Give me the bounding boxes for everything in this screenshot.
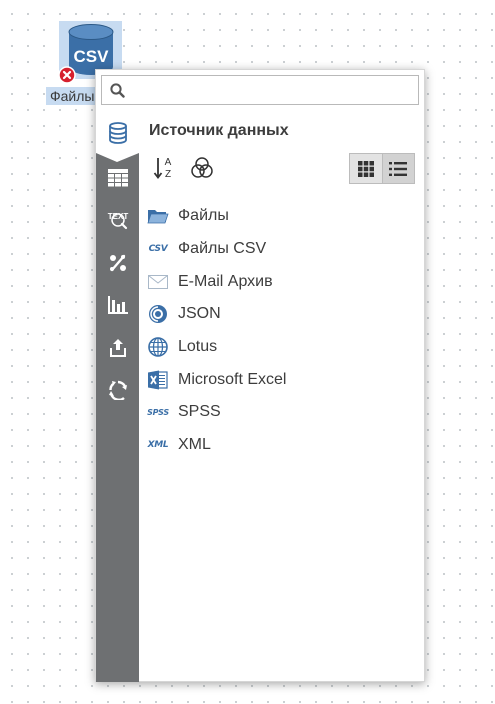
list-item[interactable]: Файлы [147,200,286,233]
source-label: Файлы [178,207,229,225]
error-icon [58,66,76,84]
folder-icon [147,206,169,226]
sidebar-item-export[interactable] [96,330,139,366]
grid-view-button[interactable] [350,154,383,183]
list-item[interactable]: Lotus [147,331,286,364]
panel-title: Источник данных [149,122,289,139]
xml-icon: XML [147,435,169,455]
source-label: Lotus [178,338,218,356]
csv-node-icon-text: CSV [74,47,110,66]
list-item[interactable]: CSV Файлы CSV [147,233,286,266]
grid-view-icon [357,160,374,177]
export-icon [109,339,126,357]
source-label: SPSS [178,403,221,421]
filter-button[interactable] [190,156,214,180]
text-search-icon: TEXT [107,212,128,230]
source-label: Microsoft Excel [178,370,287,388]
bar-chart-icon [107,296,128,314]
excel-icon [147,370,169,390]
lotus-icon [147,337,169,357]
venn-icon [191,157,213,178]
sidebar-item-data-source[interactable] [96,113,139,153]
list-view-button[interactable] [382,154,414,183]
list-view-icon [389,161,408,176]
list-item[interactable]: SPSS SPSS [147,396,286,429]
percent-icon [109,254,126,272]
sort-letter-z: Z [165,169,171,180]
source-label: XML [178,436,211,454]
sort-az-icon: A Z [153,157,172,180]
sidebar-item-text[interactable]: TEXT [96,202,139,238]
list-item[interactable]: JSON [147,298,286,331]
search-box[interactable] [101,75,419,105]
csv-icon: CSV [147,239,169,259]
sort-button[interactable]: A Z [152,156,176,180]
list-item[interactable]: Microsoft Excel [147,363,286,396]
sidebar-item-table[interactable] [96,160,139,196]
sidebar-item-transform[interactable] [96,372,139,408]
envelope-icon [147,272,169,292]
spss-icon: SPSS [147,402,169,422]
view-toggle [349,153,415,184]
database-icon [108,122,127,144]
sidebar-item-charts[interactable] [96,287,139,323]
csv-icon-text: CSV [148,244,168,255]
xml-icon-text: XML [147,440,169,451]
sort-letter-a: A [165,157,172,168]
list-item[interactable]: XML XML [147,429,286,462]
search-input[interactable] [132,79,416,103]
add-node-popup: TEXT Источник данных A Z Файлы CSV Файлы… [95,69,425,682]
source-list: Файлы CSV Файлы CSV E-Mail Архив JSON Lo… [147,200,286,462]
sidebar-item-statistics[interactable] [96,245,139,281]
source-label: JSON [178,305,221,323]
search-icon [110,83,125,98]
list-item[interactable]: E-Mail Архив [147,265,286,298]
spss-icon-text: SPSS [147,407,169,417]
json-icon [147,304,169,324]
category-sidebar: TEXT [96,113,139,682]
source-label: Файлы CSV [178,240,267,258]
source-label: E-Mail Архив [178,272,273,290]
table-icon [107,169,128,187]
recycle-icon [108,380,127,400]
